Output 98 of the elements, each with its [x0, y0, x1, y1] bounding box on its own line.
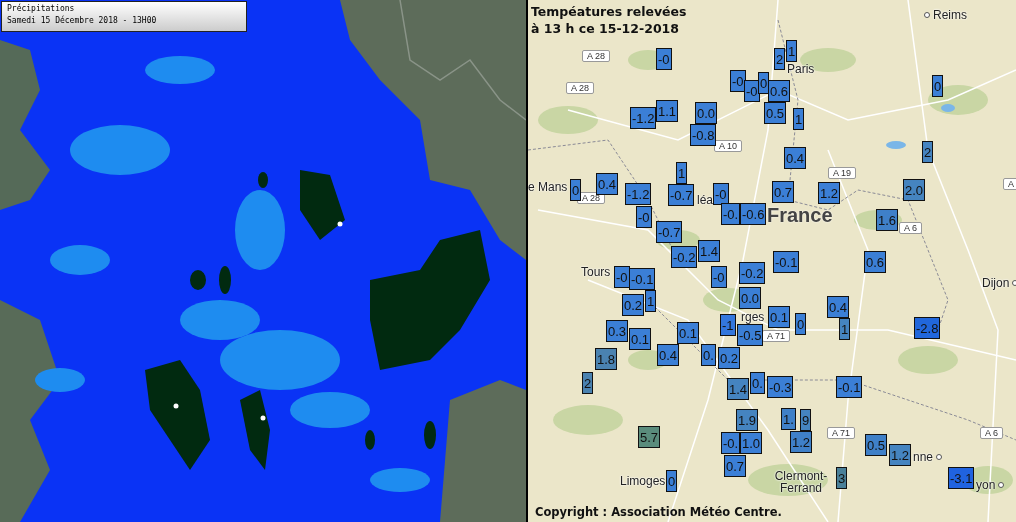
temperature-marker: 0.7 — [724, 455, 747, 477]
temperature-marker: 1 — [676, 162, 688, 184]
road-sign: A 71 — [827, 427, 856, 439]
temperature-marker: 0.4 — [596, 173, 619, 195]
temperature-marker: 1.2 — [818, 182, 841, 204]
temperature-marker: 0. — [750, 372, 765, 394]
temperature-marker: 0. — [701, 344, 716, 366]
temperature-marker: 0 — [666, 470, 678, 492]
temperature-marker: 0 — [570, 179, 582, 201]
temperature-marker: 0.6 — [768, 80, 791, 102]
temperature-marker: 1.2 — [790, 431, 813, 453]
temperature-marker: 0.0 — [739, 287, 762, 309]
temperature-marker: -1.2 — [625, 183, 652, 205]
temperature-marker: 0 — [932, 75, 944, 97]
temperature-marker: -0. — [721, 203, 741, 225]
temperature-marker: 0.5 — [865, 434, 888, 456]
temperature-marker: 1 — [645, 290, 657, 312]
temperature-marker: -0 — [614, 266, 630, 288]
city-label: yon — [976, 478, 996, 492]
road-sign: A 6 — [980, 427, 1003, 439]
temperature-marker: -0 — [744, 80, 760, 102]
temperature-marker: 1.4 — [698, 240, 721, 262]
temperature-marker: -0 — [711, 266, 727, 288]
temperature-marker: -0 — [730, 70, 746, 92]
temperature-marker: 1 — [839, 318, 851, 340]
temperature-marker: 9 — [800, 409, 812, 431]
copyright-text: Copyright : Association Météo Centre. — [535, 505, 782, 519]
road-sign: A 71 — [762, 330, 791, 342]
temperature-marker: 1.9 — [736, 409, 759, 431]
road-sign: A — [1003, 178, 1016, 190]
road-sign: A 10 — [714, 140, 743, 152]
city-label: léa — [697, 193, 713, 207]
city-label: rges — [741, 310, 765, 324]
map-title: Tempéatures relevées — [531, 3, 687, 20]
city-label: nne — [913, 450, 934, 464]
temperature-marker: -2.8 — [914, 317, 941, 339]
temperature-marker: 0.3 — [606, 320, 629, 342]
temperature-marker: -3.1 — [948, 467, 975, 489]
temperature-marker: 2 — [582, 372, 594, 394]
temperature-marker: 0.1 — [629, 328, 652, 350]
temperature-marker: 1.8 — [595, 348, 618, 370]
road-sign: A 28 — [582, 50, 611, 62]
temperature-marker: 2 — [922, 141, 934, 163]
temperature-marker: -0.7 — [656, 221, 683, 243]
temperature-marker: -0.1 — [773, 251, 800, 273]
map-subtitle: à 13 h ce 15-12-2018 — [531, 20, 680, 37]
temperature-marker: 1.6 — [876, 209, 899, 231]
road-sign: A 6 — [899, 222, 922, 234]
temperature-marker: 0.1 — [768, 306, 791, 328]
temperature-marker: -0.3 — [767, 376, 794, 398]
temperature-marker: 1.1 — [656, 100, 679, 122]
temperature-marker: 0.4 — [784, 147, 807, 169]
temperature-marker: 5.7 — [638, 426, 661, 448]
temperature-marker: 2 — [774, 48, 786, 70]
temperature-marker: -1.2 — [630, 107, 657, 129]
temperature-marker: 0.0 — [695, 102, 718, 124]
temperature-marker: 0.1 — [677, 322, 700, 344]
temperature-marker: 0.4 — [827, 296, 850, 318]
temperature-marker: 1 — [786, 40, 798, 62]
temperature-marker: 3 — [836, 467, 848, 489]
temperature-marker: 0.6 — [864, 251, 887, 273]
temperature-marker: 2.0 — [903, 179, 926, 201]
road-sign: A 19 — [828, 167, 857, 179]
temperature-marker: 0 — [795, 313, 807, 335]
temperature-marker: -0 — [636, 206, 652, 228]
temperature-marker: -0. — [721, 432, 741, 454]
temperature-marker: -0.7 — [668, 184, 695, 206]
caption-title: Précipitations — [7, 4, 76, 13]
temperature-marker: 1 — [793, 108, 805, 130]
temperature-marker: 1.2 — [889, 444, 912, 466]
city-label: Tours — [581, 265, 611, 279]
caption-date: Samedi 15 Décembre 2018 - 13H00 — [7, 16, 158, 25]
temperature-marker: -0.1 — [836, 376, 863, 398]
city-label: e Mans — [528, 180, 568, 194]
temperature-marker: 0.4 — [657, 344, 680, 366]
road-sign: A 28 — [566, 82, 595, 94]
temperature-marker: 0.5 — [764, 102, 787, 124]
temperature-marker: -1 — [720, 314, 736, 336]
temperature-marker: 0.2 — [622, 294, 645, 316]
temperature-marker: -0.6 — [740, 203, 767, 225]
temperature-marker: 0.2 — [718, 347, 741, 369]
city-label: Reims — [933, 8, 967, 22]
temperature-marker: -0.8 — [690, 124, 717, 146]
city-label: Limoges — [620, 474, 666, 488]
city-label: Clermont-Ferrand — [773, 470, 829, 494]
temperature-marker: -0.2 — [671, 246, 698, 268]
temperature-marker: -0.5 — [737, 324, 764, 346]
temperature-marker: -0 — [656, 48, 672, 70]
temperature-marker: -0.1 — [629, 268, 656, 290]
temperature-marker: 1.0 — [740, 432, 763, 454]
country-label: France — [767, 204, 833, 227]
temperature-marker: 1. — [781, 408, 796, 430]
city-label: Dijon — [982, 276, 1010, 290]
city-label: Paris — [787, 62, 815, 76]
temperature-marker: -0.2 — [739, 262, 766, 284]
temperature-marker: 1.4 — [727, 378, 750, 400]
temperature-marker: 0.7 — [772, 181, 795, 203]
temperature-marker: -0 — [713, 183, 729, 205]
